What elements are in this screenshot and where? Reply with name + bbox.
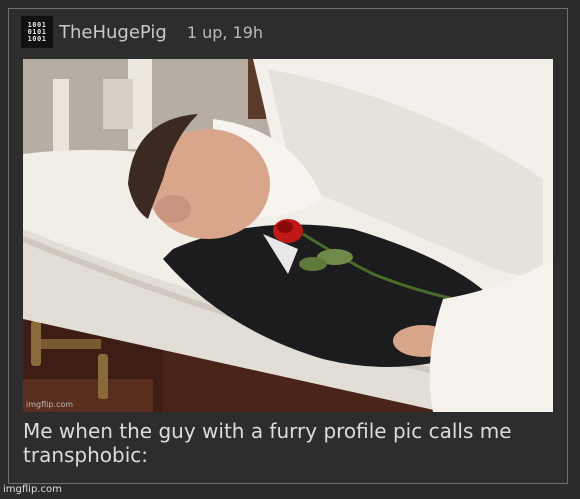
image-watermark: imgflip.com — [26, 400, 74, 409]
meme-image[interactable]: imgflip.com — [23, 59, 553, 412]
post-meta: 1 up, 19h — [186, 22, 264, 42]
post-header: 1001 0101 1001 TheHugePig 1 up, 19h — [21, 15, 263, 49]
avatar-row: 1001 — [27, 34, 47, 43]
username-link[interactable]: TheHugePig — [59, 22, 167, 43]
post-card: 1001 0101 1001 TheHugePig 1 up, 19h imgf… — [8, 8, 568, 484]
meme-photo — [23, 59, 553, 412]
binary-digits-icon: 1001 0101 1001 — [27, 21, 47, 43]
post-caption: Me when the guy with a furry profile pic… — [23, 419, 512, 467]
footer-watermark: imgflip.com — [3, 484, 62, 495]
avatar[interactable]: 1001 0101 1001 — [21, 16, 53, 48]
